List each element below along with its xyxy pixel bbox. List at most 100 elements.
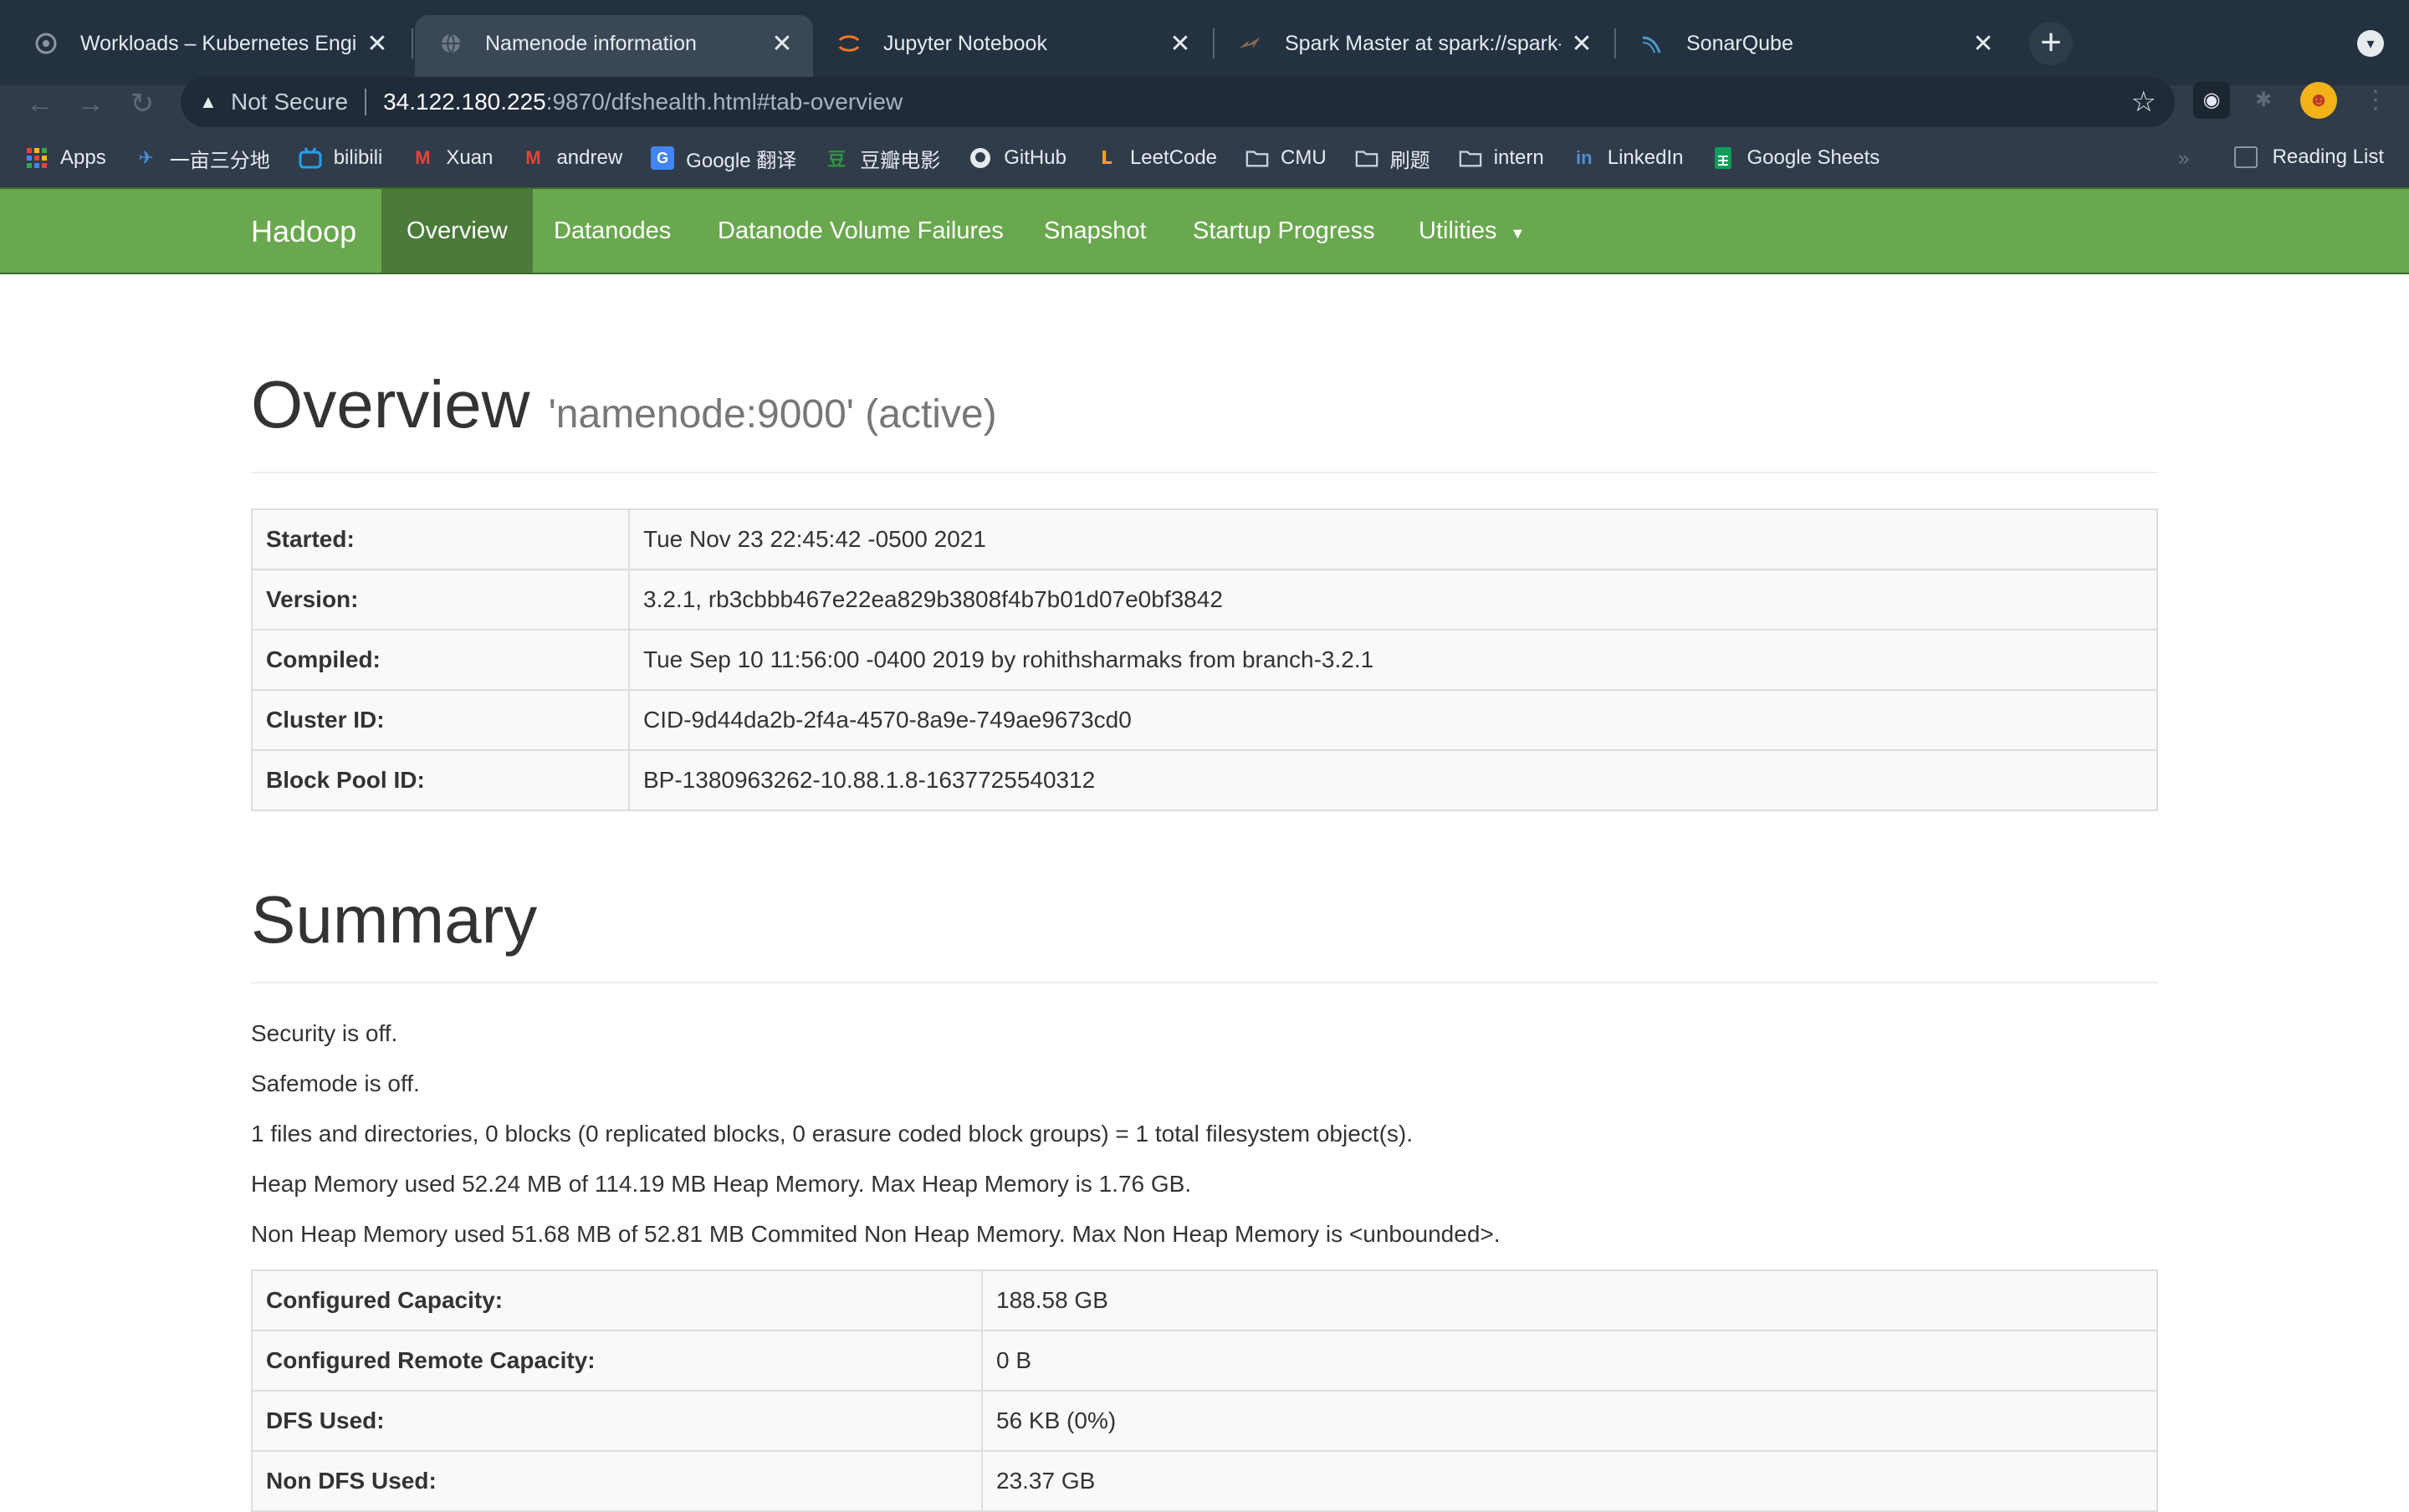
reload-icon[interactable]: ↻: [125, 87, 159, 120]
table-row: Cluster ID: CID-9d44da2b-2f4a-4570-8a9e-…: [251, 689, 2158, 751]
warning-icon: ▲: [199, 91, 217, 112]
nav-datanodes[interactable]: Datanodes: [529, 189, 696, 273]
nav-utilities-label: Utilities: [1419, 217, 1497, 244]
tab-jupyter-notebook[interactable]: Jupyter Notebook ✕: [813, 15, 1211, 72]
row-value: Tue Nov 23 22:45:42 -0500 2021: [628, 508, 2158, 570]
bookmark-star-icon[interactable]: ☆: [2131, 85, 2156, 119]
overview-title: Overview: [251, 367, 530, 442]
close-icon[interactable]: ✕: [365, 29, 390, 59]
reading-list-button[interactable]: Reading List: [2233, 146, 2384, 169]
google-sheets-icon: [1711, 146, 1735, 170]
nav-utilities[interactable]: Utilities ▼: [1394, 189, 1550, 273]
extension-icon[interactable]: ◉: [2193, 82, 2230, 119]
bookmark-label: Google 翻译: [686, 149, 797, 172]
close-icon[interactable]: ✕: [770, 29, 795, 59]
security-status[interactable]: Not Secure: [231, 89, 348, 115]
folder-icon: [1245, 146, 1269, 170]
close-icon[interactable]: ✕: [1168, 29, 1193, 59]
browser-chrome: Workloads – Kubernetes Engine ✕ Namenode…: [0, 0, 2409, 187]
bookmark-label: 一亩三分地: [169, 149, 270, 172]
row-key: Configured Capacity:: [251, 1269, 983, 1331]
tab-kubernetes-workloads[interactable]: Workloads – Kubernetes Engine ✕: [10, 15, 408, 72]
bookmark-label: Xuan: [446, 146, 494, 169]
tab-separator: [412, 28, 413, 59]
bookmark-andrew[interactable]: M andrew: [521, 146, 622, 170]
bookmark-label: LinkedIn: [1607, 146, 1684, 169]
github-icon: [969, 146, 992, 170]
bookmark-xuan[interactable]: M Xuan: [411, 146, 493, 170]
gmail-icon: M: [415, 147, 431, 168]
nav-datanode-volume-failures[interactable]: Datanode Volume Failures: [693, 189, 1029, 273]
tab-sonarqube[interactable]: SonarQube ✕: [1616, 15, 2014, 72]
hadoop-brand[interactable]: Hadoop: [251, 214, 356, 249]
nav-snapshot[interactable]: Snapshot: [1019, 189, 1172, 273]
bookmark-folder-cmu[interactable]: CMU: [1245, 146, 1327, 170]
address-bar[interactable]: ▲ Not Secure 34.122.180.225 :9870/dfshea…: [181, 77, 2175, 127]
divider: [365, 89, 367, 115]
url-host: 34.122.180.225: [383, 89, 546, 115]
table-row: Version: 3.2.1, rb3cbbb467e22ea829b3808f…: [251, 569, 2158, 631]
table-row: Configured Remote Capacity: 0 B: [251, 1330, 2158, 1392]
row-value: CID-9d44da2b-2f4a-4570-8a9e-749ae9673cd0: [628, 689, 2158, 751]
caret-down-icon: ▼: [1510, 225, 1526, 242]
bookmark-label: CMU: [1281, 146, 1327, 169]
linkedin-icon: in: [1575, 147, 1593, 168]
row-key: Configured Remote Capacity:: [251, 1330, 983, 1392]
new-tab-button[interactable]: +: [2029, 22, 2073, 65]
bookmark-folder-shuati[interactable]: 刷题: [1355, 144, 1430, 173]
row-key: Block Pool ID:: [251, 749, 630, 811]
jupyter-icon: [836, 31, 862, 56]
non-heap-memory-text: Non Heap Memory used 51.68 MB of 52.81 M…: [251, 1221, 1501, 1247]
bookmark-linkedin[interactable]: in LinkedIn: [1573, 146, 1684, 170]
filesystem-objects-text: 1 files and directories, 0 blocks (0 rep…: [251, 1121, 1413, 1147]
tab-spark-master[interactable]: Spark Master at spark://spark-master:707…: [1215, 15, 1613, 72]
bookmark-label: andrew: [556, 146, 623, 169]
bookmark-1point3acres[interactable]: ✈ 一亩三分地: [135, 144, 270, 173]
tab-title: Workloads – Kubernetes Engine: [80, 31, 356, 55]
bookmark-label: GitHub: [1004, 146, 1066, 169]
close-icon[interactable]: ✕: [1569, 29, 1594, 59]
row-key: Version:: [251, 569, 630, 631]
spark-icon: [1238, 31, 1263, 56]
folder-icon: [1459, 146, 1482, 170]
puzzle-icon[interactable]: ✱: [2245, 82, 2282, 119]
bookmark-apps[interactable]: Apps: [25, 146, 106, 170]
bookmark-leetcode[interactable]: ᒪ LeetCode: [1095, 146, 1217, 170]
forward-icon[interactable]: →: [74, 87, 107, 120]
bookmark-folder-intern[interactable]: intern: [1459, 146, 1544, 170]
bookmark-google-translate[interactable]: G Google 翻译: [651, 144, 796, 173]
row-key: Cluster ID:: [251, 689, 630, 751]
bookmark-label: LeetCode: [1129, 146, 1218, 169]
tab-search-icon[interactable]: ▾: [2357, 30, 2384, 57]
bookmark-label: Apps: [60, 146, 106, 169]
overview-subtitle: 'namenode:9000' (active): [548, 392, 997, 437]
bookmarks-overflow-icon[interactable]: »: [2178, 147, 2189, 171]
leetcode-icon: ᒪ: [1101, 147, 1112, 168]
overview-table: Started: Tue Nov 23 22:45:42 -0500 2021 …: [251, 508, 2158, 811]
table-row: Block Pool ID: BP-1380963262-10.88.1.8-1…: [251, 749, 2158, 811]
tab-title: Spark Master at spark://spark-master:707…: [1285, 31, 1561, 55]
avatar[interactable]: ☻: [2300, 82, 2337, 119]
bookmark-douban[interactable]: 豆 豆瓣电影: [825, 144, 940, 173]
bookmark-bilibili[interactable]: bilibili: [299, 146, 382, 170]
bookmark-github[interactable]: GitHub: [969, 146, 1066, 170]
google-translate-icon: G: [651, 146, 675, 170]
sonarqube-icon: [1639, 31, 1665, 56]
back-icon[interactable]: ←: [23, 87, 57, 120]
douban-icon: 豆: [827, 149, 846, 170]
menu-icon[interactable]: ⋮: [2357, 82, 2394, 119]
reading-list-label: Reading List: [2272, 146, 2384, 168]
folder-icon: [1355, 146, 1378, 170]
table-row: Compiled: Tue Sep 10 11:56:00 -0400 2019…: [251, 629, 2158, 691]
row-key: Compiled:: [251, 629, 630, 691]
close-icon[interactable]: ✕: [1971, 29, 1996, 59]
nav-startup-progress[interactable]: Startup Progress: [1168, 189, 1400, 273]
nav-overview[interactable]: Overview: [381, 189, 533, 273]
section-divider: [251, 472, 2158, 473]
tab-namenode-information[interactable]: Namenode information ✕: [415, 15, 813, 85]
table-row: Started: Tue Nov 23 22:45:42 -0500 2021: [251, 508, 2158, 570]
security-status-text: Security is off.: [251, 1020, 398, 1046]
summary-heading: Summary: [251, 882, 538, 957]
bookmark-google-sheets[interactable]: Google Sheets: [1711, 146, 1880, 170]
table-row: Configured Capacity: 188.58 GB: [251, 1269, 2158, 1331]
